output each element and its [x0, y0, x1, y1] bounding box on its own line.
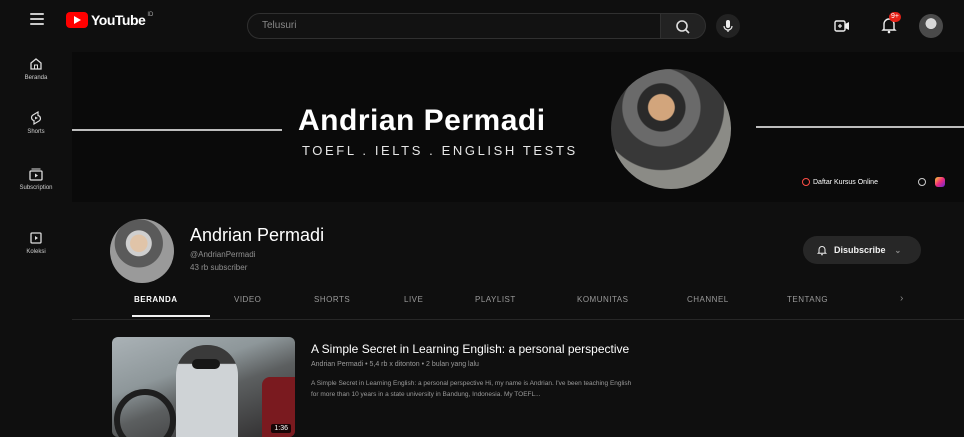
tab-playlist[interactable]: PLAYLIST — [475, 295, 516, 304]
chevron-right-icon[interactable]: › — [900, 293, 903, 304]
chevron-down-icon: ⌄ — [894, 245, 902, 255]
search-input[interactable]: Telusuri — [247, 13, 662, 39]
search-button[interactable] — [660, 13, 706, 39]
rail-item-home[interactable]: Beranda — [0, 56, 72, 110]
banner-title: Andrian Permadi — [298, 104, 546, 137]
rail-item-subscriptions[interactable]: Subscription — [0, 166, 72, 220]
banner-link-label: Daftar Kursus Online — [813, 178, 878, 186]
rail-label: Subscription — [19, 185, 53, 191]
video-description-line: A Simple Secret in Learning English: a p… — [311, 380, 632, 387]
thumbnail-mask — [192, 359, 220, 369]
subscribed-button[interactable]: Disubscribe ⌄ — [803, 236, 921, 264]
banner-photo — [611, 69, 731, 189]
tab-komunitas[interactable]: KOMUNITAS — [577, 295, 628, 304]
video-meta: Andrian Permadi • 5,4 rb x ditonton • 2 … — [311, 361, 479, 368]
voice-search-button[interactable] — [716, 14, 740, 38]
channel-name: Andrian Permadi — [190, 225, 325, 245]
tab-video[interactable]: VIDEO — [234, 295, 261, 304]
channel-avatar[interactable] — [110, 219, 174, 283]
home-icon — [30, 58, 42, 70]
tab-channel[interactable]: CHANNEL — [687, 295, 729, 304]
notification-count-badge: 9+ — [889, 12, 901, 22]
logo-text: YouTube — [91, 12, 146, 28]
tab-beranda[interactable]: BERANDA — [134, 295, 178, 304]
video-description-line: for more than 10 years in a state univer… — [311, 391, 541, 398]
channel-handle: @AndrianPermadi — [190, 250, 256, 259]
video-title[interactable]: A Simple Secret in Learning English: a p… — [311, 342, 629, 356]
active-tab-indicator — [132, 315, 210, 317]
rail-label: Shorts — [27, 129, 45, 135]
subscriber-count: 43 rb subscriber — [190, 263, 248, 272]
left-nav-rail: Beranda Shorts Subscription Koleksi — [0, 44, 72, 437]
search-icon — [676, 20, 690, 34]
youtube-play-icon — [66, 12, 88, 28]
youtube-logo[interactable]: YouTube ID — [66, 10, 153, 30]
top-bar: YouTube ID Telusuri 9+ — [0, 0, 964, 44]
channel-banner: Andrian Permadi TOEFL . IELTS . ENGLISH … — [72, 52, 964, 202]
tab-shorts[interactable]: SHORTS — [314, 295, 350, 304]
rail-label: Koleksi — [26, 249, 46, 255]
website-link-icon[interactable] — [918, 178, 926, 186]
banner-subtitle: TOEFL . IELTS . ENGLISH TESTS — [302, 143, 578, 158]
subscriptions-icon — [29, 168, 43, 181]
banner-divider-right — [756, 126, 964, 128]
thumbnail-steering-wheel — [114, 389, 176, 437]
account-avatar[interactable] — [919, 14, 943, 38]
logo-country-code: ID — [147, 12, 154, 18]
tab-live[interactable]: LIVE — [404, 295, 423, 304]
video-camera-plus-icon — [834, 20, 849, 32]
rail-label: Beranda — [24, 75, 48, 81]
rail-item-library[interactable]: Koleksi — [0, 230, 72, 284]
shorts-icon — [30, 110, 42, 126]
bell-icon — [816, 246, 828, 256]
banner-link-course[interactable]: Daftar Kursus Online — [802, 178, 878, 186]
create-video-button[interactable] — [834, 18, 850, 34]
tabs-divider — [72, 319, 964, 320]
tab-tentang[interactable]: TENTANG — [787, 295, 828, 304]
library-icon — [30, 232, 42, 244]
link-icon — [802, 178, 810, 186]
channel-tabs: BERANDA VIDEO SHORTS LIVE PLAYLIST KOMUN… — [110, 288, 930, 318]
instagram-icon[interactable] — [935, 177, 945, 187]
microphone-icon — [723, 20, 733, 32]
video-thumbnail[interactable]: 1:36 — [112, 337, 295, 437]
rail-item-shorts[interactable]: Shorts — [0, 110, 72, 164]
banner-divider-left — [72, 129, 282, 131]
hamburger-menu-icon[interactable] — [30, 13, 44, 25]
video-duration: 1:36 — [271, 424, 291, 433]
subscribed-label: Disubscribe — [834, 245, 886, 255]
youtube-channel-page: YouTube ID Telusuri 9+ Beranda Shorts Su… — [0, 0, 964, 437]
